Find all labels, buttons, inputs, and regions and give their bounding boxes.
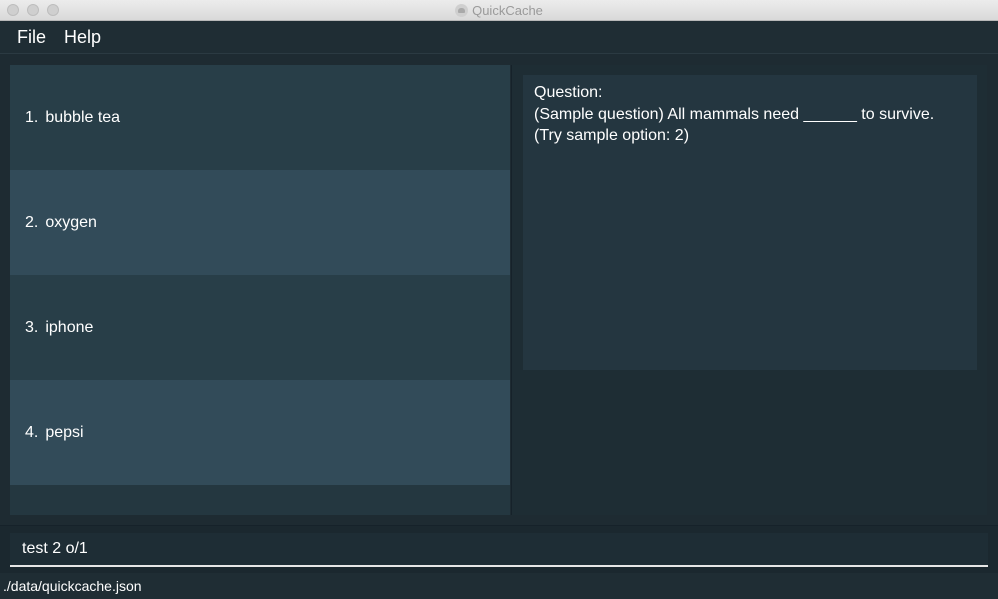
list-item-label: bubble tea: [45, 108, 121, 126]
menu-file[interactable]: File: [8, 27, 55, 48]
list-item[interactable]: 3. iphone: [10, 275, 510, 380]
list-item-index: 3.: [25, 318, 39, 336]
list-item-label: iphone: [45, 318, 94, 336]
window-title: QuickCache: [472, 3, 543, 18]
list-item-label: pepsi: [45, 423, 84, 441]
list-item[interactable]: 4. pepsi: [10, 380, 510, 485]
status-bar: ./data/quickcache.json: [0, 573, 998, 599]
list-item[interactable]: 1. bubble tea: [10, 65, 510, 170]
app-window: QuickCache File Help 1. bubble tea 2. ox…: [0, 0, 998, 599]
command-input[interactable]: [10, 533, 988, 567]
title-bar: QuickCache: [0, 0, 998, 21]
menu-bar: File Help: [0, 21, 998, 54]
menu-help[interactable]: Help: [55, 27, 110, 48]
status-file-path: ./data/quickcache.json: [3, 578, 142, 594]
flashcard-list[interactable]: 1. bubble tea 2. oxygen 3. iphone 4. pep…: [10, 65, 510, 515]
question-text: (Sample question) All mammals need _____…: [534, 105, 935, 145]
list-item-index: 4.: [25, 423, 39, 441]
list-item[interactable]: 2. oxygen: [10, 170, 510, 275]
question-card: Question: (Sample question) All mammals …: [523, 75, 977, 370]
list-item-index: 1.: [25, 108, 39, 126]
list-item-label: oxygen: [45, 213, 97, 231]
app-icon: [455, 4, 469, 17]
window-title-group: QuickCache: [0, 0, 998, 21]
command-area: [0, 525, 998, 573]
question-heading: Question:: [534, 84, 603, 101]
list-item-index: 2.: [25, 213, 39, 231]
detail-panel: Question: (Sample question) All mammals …: [511, 65, 987, 515]
